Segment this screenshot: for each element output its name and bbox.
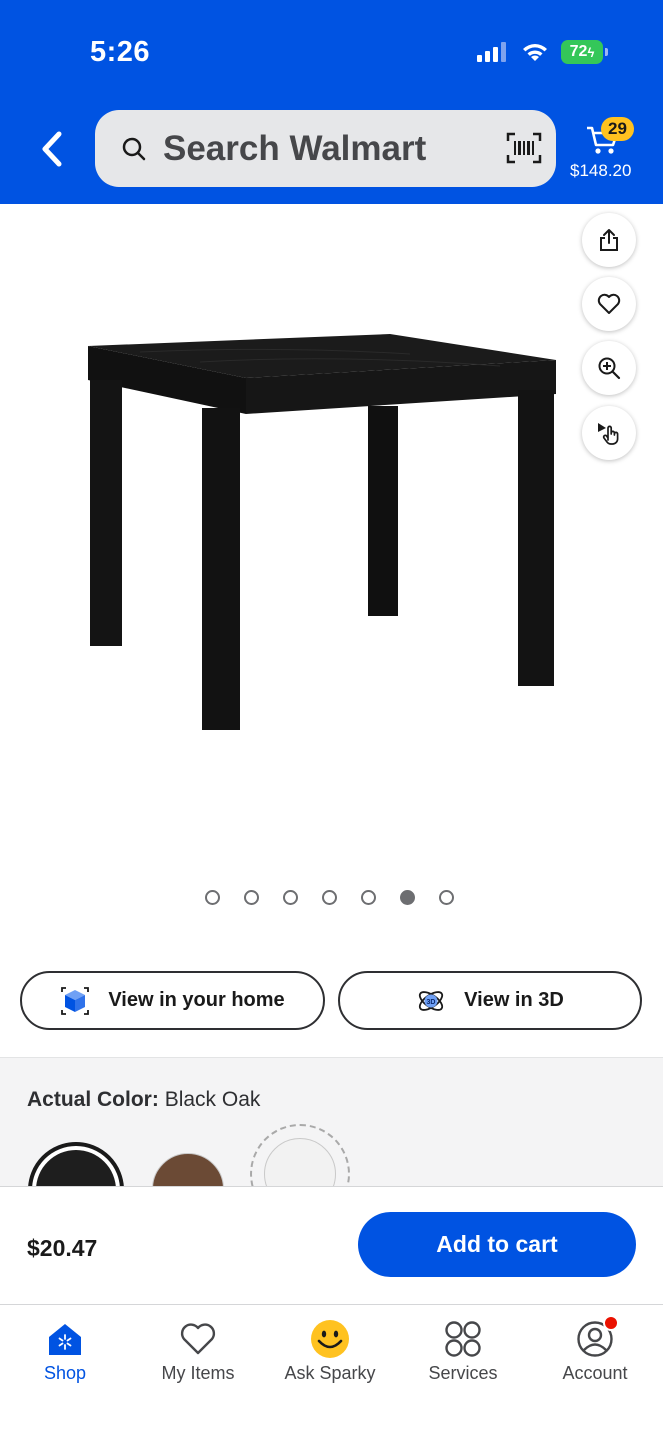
status-icons: 72 ϟ	[477, 40, 608, 64]
product-price: $20.47	[27, 1235, 98, 1261]
tab-label: Shop	[43, 1363, 87, 1383]
tab-my-items[interactable]: My Items	[143, 1319, 253, 1384]
barcode-scan-button[interactable]	[506, 132, 542, 169]
color-swatch-white[interactable]	[250, 1124, 350, 1187]
walmart-shop-icon	[45, 1319, 85, 1359]
bottom-tab-bar: Shop My Items Ask Sparky Services Accoun…	[0, 1304, 663, 1440]
tab-label: My Items	[161, 1363, 235, 1383]
back-button[interactable]	[28, 122, 76, 176]
zoom-in-icon	[598, 357, 621, 380]
share-icon	[600, 229, 618, 251]
view-in-3d-button[interactable]: 3D View in 3D	[338, 971, 642, 1030]
color-value: Black Oak	[164, 1088, 261, 1111]
3d-orbit-icon: 3D	[419, 990, 444, 1011]
purchase-bar: $20.47 Add to cart	[0, 1186, 663, 1304]
charging-bolt-icon: ϟ	[587, 44, 595, 60]
heart-icon	[597, 293, 621, 314]
carousel-dot[interactable]	[322, 890, 337, 905]
search-icon	[122, 137, 146, 160]
view-in-home-label: View in your home	[108, 989, 285, 1011]
wifi-icon	[523, 43, 547, 61]
heart-icon	[178, 1319, 218, 1359]
tab-account[interactable]: Account	[540, 1315, 650, 1384]
share-button[interactable]	[582, 213, 636, 267]
interactive-view-button[interactable]	[582, 406, 636, 460]
touch-pointer-icon	[598, 423, 619, 445]
tab-label: Ask Sparky	[284, 1363, 376, 1383]
signal-icon	[477, 42, 506, 62]
battery-indicator: 72 ϟ	[561, 40, 608, 64]
battery-level: 72	[569, 43, 588, 60]
view-in-3d-label: View in 3D	[464, 989, 564, 1011]
carousel-indicator[interactable]	[205, 890, 454, 905]
cart-button[interactable]: 29 $148.20	[568, 115, 648, 187]
swatch-fill	[264, 1138, 336, 1187]
svg-text:3D: 3D	[427, 999, 436, 1006]
tab-label: Services	[428, 1363, 498, 1383]
services-grid-icon	[443, 1319, 483, 1359]
add-to-cart-button[interactable]: Add to cart	[358, 1212, 636, 1277]
carousel-dot[interactable]	[361, 890, 376, 905]
tab-ask-sparky[interactable]: Ask Sparky	[275, 1319, 385, 1384]
ar-cube-icon	[61, 986, 90, 1015]
zoom-button[interactable]	[582, 341, 636, 395]
tab-label: Account	[562, 1363, 628, 1383]
account-icon	[575, 1315, 619, 1359]
tab-services[interactable]: Services	[408, 1319, 518, 1384]
cart-count-badge: 29	[601, 117, 634, 141]
color-label-prefix: Actual Color:	[27, 1088, 159, 1111]
carousel-dot[interactable]	[244, 890, 259, 905]
app-header: 5:26 72 ϟ Search Walmart 29 $148.20	[0, 0, 663, 204]
tab-shop[interactable]: Shop	[10, 1319, 120, 1384]
product-image-carousel[interactable]	[0, 204, 663, 924]
barcode-icon	[506, 132, 542, 164]
actual-color-label: Actual Color: Black Oak	[27, 1088, 260, 1112]
color-selector: Actual Color: Black Oak	[0, 1057, 663, 1187]
swatch-fill	[36, 1150, 116, 1187]
search-placeholder: Search Walmart	[163, 128, 427, 168]
carousel-dot-active[interactable]	[400, 890, 415, 905]
favorite-button[interactable]	[582, 277, 636, 331]
chevron-left-icon	[42, 131, 62, 167]
status-time: 5:26	[90, 36, 151, 68]
carousel-dot[interactable]	[439, 890, 454, 905]
sparky-smiley-icon	[310, 1319, 350, 1359]
color-swatch-black-oak[interactable]	[28, 1142, 124, 1187]
product-image-side-table	[88, 334, 556, 730]
view-in-home-button[interactable]: View in your home	[20, 971, 325, 1030]
account-notification-dot	[603, 1315, 619, 1331]
color-swatch-walnut[interactable]	[152, 1153, 224, 1187]
cart-total: $148.20	[570, 161, 632, 180]
carousel-dot[interactable]	[283, 890, 298, 905]
carousel-dot[interactable]	[205, 890, 220, 905]
search-bar[interactable]: Search Walmart	[95, 110, 556, 187]
